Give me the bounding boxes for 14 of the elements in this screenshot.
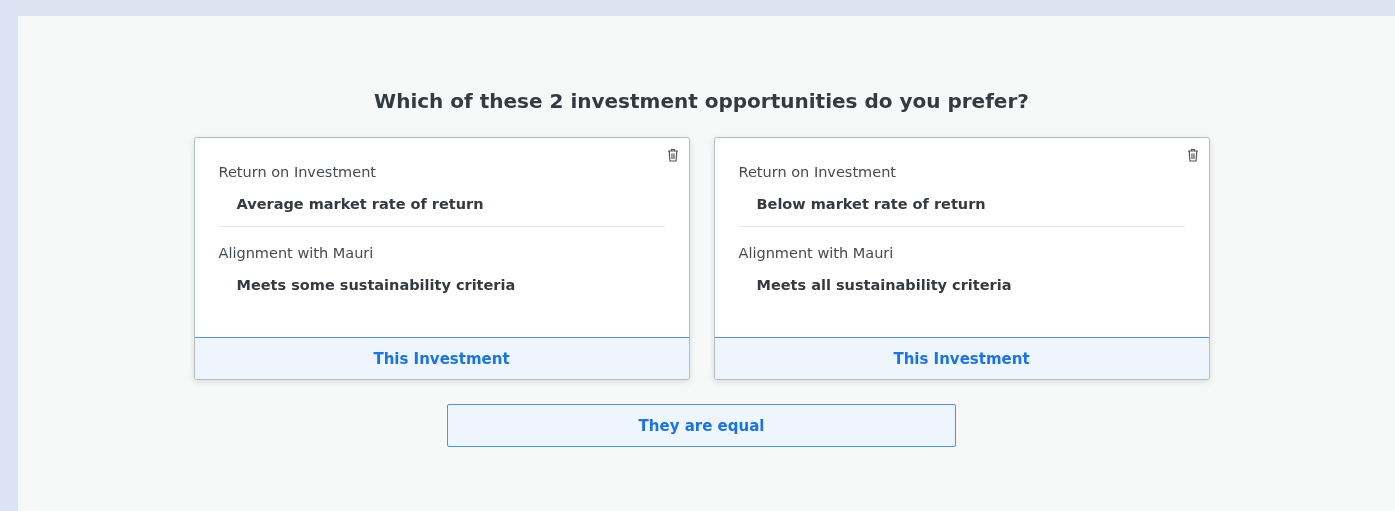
equal-button[interactable]: They are equal xyxy=(447,404,956,447)
trash-icon[interactable] xyxy=(666,148,679,162)
attribute-value: Below market rate of return xyxy=(755,196,987,212)
choose-button[interactable]: This Investment xyxy=(714,337,1209,379)
choose-button[interactable]: This Investment xyxy=(194,337,689,379)
attribute-value: Average market rate of return xyxy=(235,196,485,212)
attribute-label: Alignment with Mauri xyxy=(738,245,895,261)
attribute-label: Return on Investment xyxy=(738,164,898,180)
attribute-label: Alignment with Mauri xyxy=(218,245,375,261)
attribute-label: Return on Investment xyxy=(218,164,378,180)
question-heading: Which of these 2 investment opportunities do you prefer? xyxy=(374,89,1029,113)
attribute-value: Meets all sustainability criteria xyxy=(755,277,1013,293)
trash-icon[interactable] xyxy=(1186,148,1199,162)
attribute-value: Meets some sustainability criteria xyxy=(235,277,517,293)
